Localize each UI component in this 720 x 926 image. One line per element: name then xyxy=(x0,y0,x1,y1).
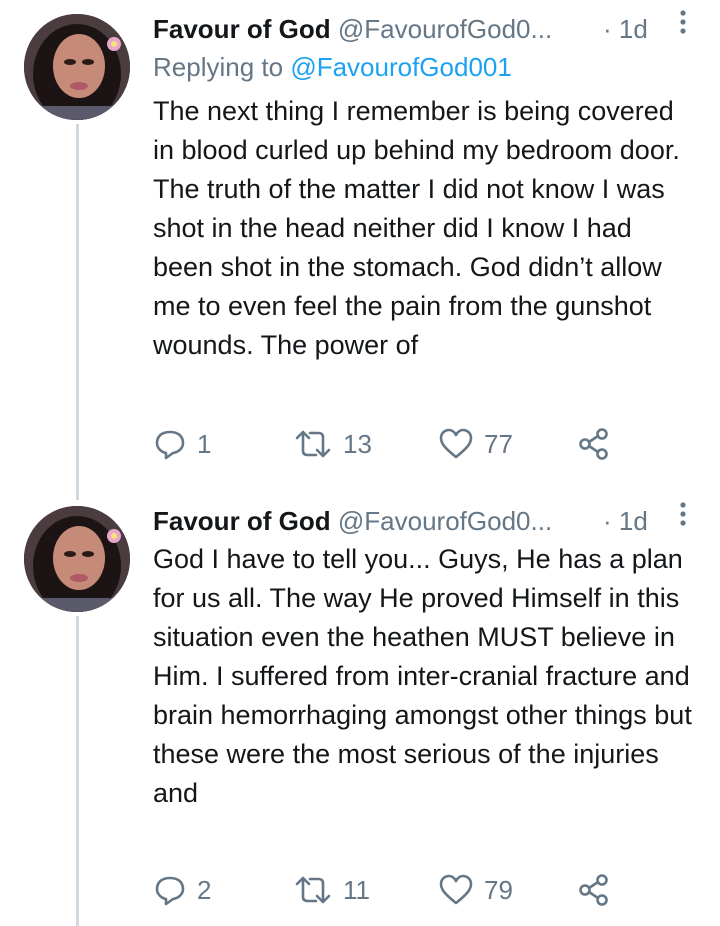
reply-button[interactable]: 1 xyxy=(153,424,211,464)
more-vertical-icon[interactable] xyxy=(674,8,692,36)
retweet-button[interactable]: 11 xyxy=(293,870,370,910)
replying-to-handle[interactable]: @FavourofGod001 xyxy=(290,52,512,82)
thread-line xyxy=(76,616,79,926)
reply-count: 2 xyxy=(197,874,212,905)
retweet-icon xyxy=(295,430,331,458)
tweet[interactable]: Favour of God @FavourofGod0... · 1d God … xyxy=(0,492,720,926)
share-icon xyxy=(579,874,608,906)
reply-count: 1 xyxy=(197,428,212,459)
like-button[interactable]: 77 xyxy=(438,424,513,464)
display-name[interactable]: Favour of God xyxy=(153,506,331,536)
retweet-icon xyxy=(295,876,331,904)
tweet-text: The next thing I remember is being cover… xyxy=(153,96,680,360)
like-icon xyxy=(439,428,473,459)
user-handle[interactable]: @FavourofGod0... xyxy=(338,14,552,44)
tweet-actions: 1 13 77 xyxy=(153,424,673,464)
like-button[interactable]: 79 xyxy=(438,870,513,910)
retweet-count: 11 xyxy=(343,874,370,905)
avatar-image xyxy=(24,14,130,120)
share-icon xyxy=(579,428,608,460)
replying-to: Replying to @FavourofGod001 xyxy=(153,52,512,83)
more-vertical-icon[interactable] xyxy=(674,500,692,528)
tweet-text: God I have to tell you... Guys, He has a… xyxy=(153,544,692,808)
tweet-actions: 2 11 79 xyxy=(153,870,673,910)
reply-icon xyxy=(155,876,185,906)
share-button[interactable] xyxy=(578,424,610,464)
avatar-image xyxy=(24,506,130,612)
tweet-header: Favour of God @FavourofGod0... · 1d xyxy=(153,506,713,540)
replying-to-label: Replying to xyxy=(153,52,284,82)
like-count: 79 xyxy=(484,874,513,905)
user-handle[interactable]: @FavourofGod0... xyxy=(338,506,552,536)
avatar[interactable] xyxy=(24,506,130,612)
tweet[interactable]: Favour of God @FavourofGod0... · 1d Repl… xyxy=(0,0,720,500)
reply-icon xyxy=(155,430,185,460)
timestamp[interactable]: · 1d xyxy=(603,506,648,537)
retweet-button[interactable]: 13 xyxy=(293,424,372,464)
like-count: 77 xyxy=(484,428,513,459)
avatar[interactable] xyxy=(24,14,130,120)
display-name[interactable]: Favour of God xyxy=(153,14,331,44)
thread-line xyxy=(76,124,79,500)
share-button[interactable] xyxy=(578,870,610,910)
reply-button[interactable]: 2 xyxy=(153,870,211,910)
tweet-header: Favour of God @FavourofGod0... · 1d xyxy=(153,14,713,48)
retweet-count: 13 xyxy=(343,428,372,459)
timestamp[interactable]: · 1d xyxy=(603,14,648,45)
like-icon xyxy=(439,874,473,905)
